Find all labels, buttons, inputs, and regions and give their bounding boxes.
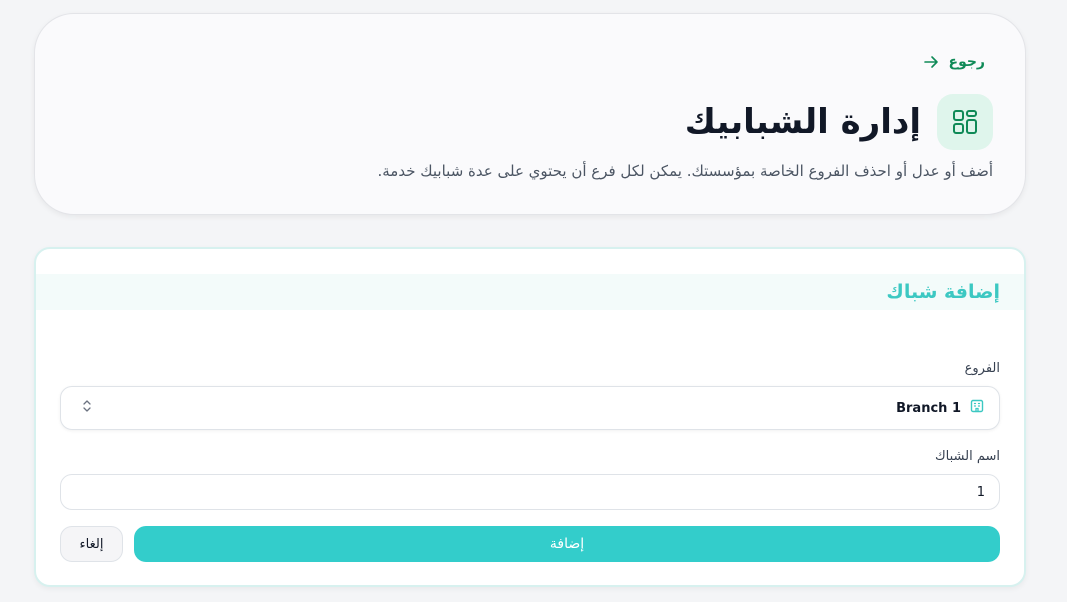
building-icon [969,398,985,418]
branch-select-text: Branch 1 [896,400,961,416]
form-header: إضافة شباك [36,274,1024,310]
add-button[interactable]: إضافة [134,526,1000,562]
chevron-up-down-icon [81,398,93,418]
window-name-input[interactable] [60,474,1000,510]
grid-icon [937,94,993,150]
cancel-button[interactable]: إلغاء [60,526,123,562]
page-header-card: رجوع إدارة الشبابيك أضف أو عدل أو احذف ا… [34,13,1026,215]
window-name-label: اسم الشباك [934,449,1000,464]
page-title: إدارة الشبابيك [684,102,921,142]
branch-select-value: Branch 1 [896,398,985,418]
title-row: إدارة الشبابيك [685,94,993,150]
branch-label: الفروع [964,361,1000,376]
back-link[interactable]: رجوع [923,54,986,70]
add-window-form: إضافة شباك الفروع Branch 1 اسم الشباك إض… [34,247,1026,587]
branch-select[interactable]: Branch 1 [60,386,1000,430]
arrow-right-icon [923,54,939,70]
form-title: إضافة شباك [886,281,1000,303]
page-subtitle: أضف أو عدل أو احذف الفروع الخاصة بمؤسستك… [377,162,994,180]
back-label: رجوع [948,54,986,70]
